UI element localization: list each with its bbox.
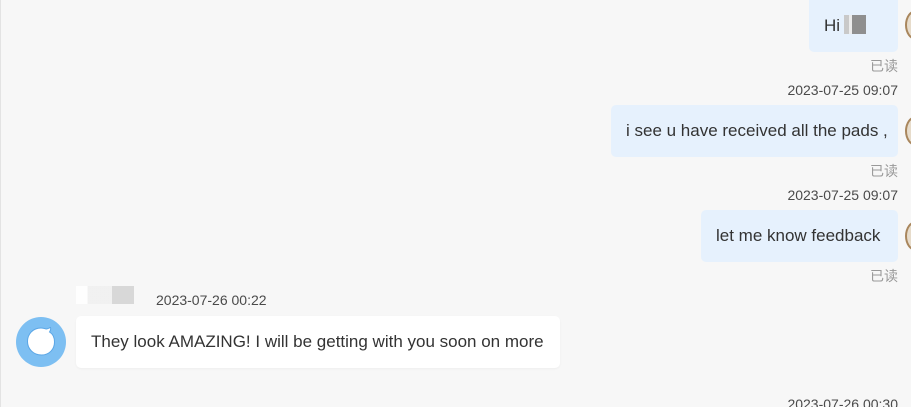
redacted-name	[844, 15, 867, 34]
own-avatar[interactable]	[905, 116, 911, 146]
read-status: 已读	[870, 58, 898, 74]
own-avatar[interactable]	[905, 10, 911, 40]
outgoing-message-bubble[interactable]: Hi	[809, 0, 898, 52]
chat-message-list[interactable]: Hi 已读 2023-07-25 09:07 i see u have rece…	[0, 0, 911, 407]
message-text: let me know feedback	[716, 226, 881, 245]
message-timestamp: 2023-07-26 00:30	[787, 396, 898, 407]
message-timestamp: 2023-07-25 09:07	[787, 187, 898, 203]
message-text: They look AMAZING! I will be getting wit…	[91, 332, 544, 351]
outgoing-message-bubble[interactable]: i see u have received all the pads ,	[611, 105, 898, 157]
read-status: 已读	[870, 163, 898, 179]
message-timestamp: 2023-07-26 00:22	[156, 292, 267, 308]
incoming-message-bubble[interactable]: They look AMAZING! I will be getting wit…	[76, 316, 560, 368]
message-text: Hi	[824, 16, 841, 35]
divider	[0, 0, 1, 407]
message-text: i see u have received all the pads ,	[626, 121, 888, 140]
speech-bubble-icon	[26, 326, 56, 356]
own-avatar[interactable]	[905, 221, 911, 251]
outgoing-message-bubble[interactable]: let me know feedback	[701, 210, 898, 262]
contact-avatar[interactable]	[16, 317, 66, 367]
sender-name-redacted	[76, 286, 134, 304]
read-status: 已读	[870, 268, 898, 284]
message-timestamp: 2023-07-25 09:07	[787, 82, 898, 98]
